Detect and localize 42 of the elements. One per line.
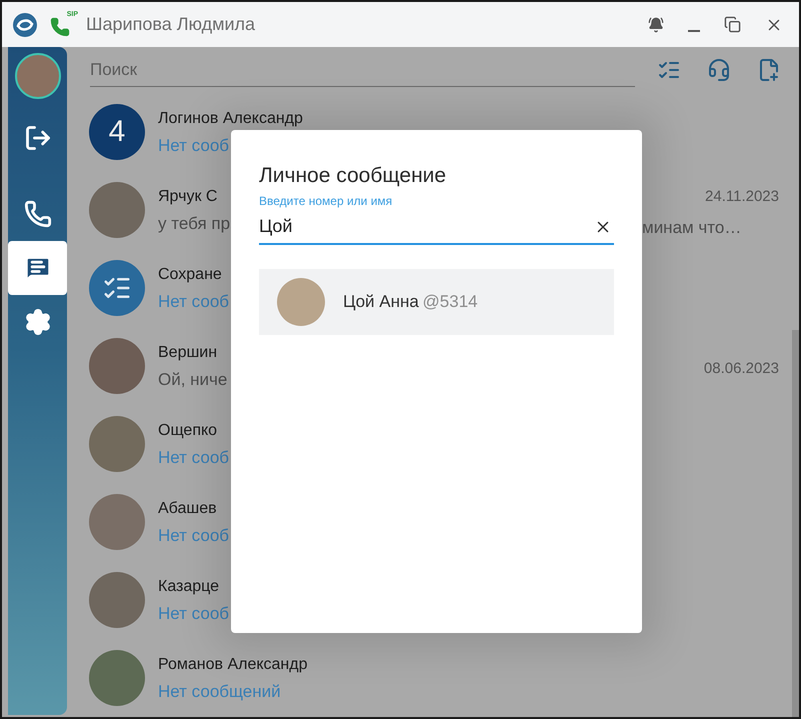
chat-name: Романов Александр — [158, 654, 308, 674]
phone-icon — [24, 200, 52, 228]
contact-result[interactable]: Цой Анна @5314 — [259, 269, 614, 335]
restore-icon — [724, 16, 741, 33]
phone-icon[interactable] — [50, 16, 70, 36]
chat-name: Казарце — [158, 576, 220, 596]
scrollbar-thumb[interactable] — [792, 330, 799, 717]
chat-date: 08.06.2023 — [704, 359, 779, 379]
settings-icon — [24, 308, 52, 336]
recipient-input-field[interactable]: Цой — [259, 212, 614, 245]
number-avatar: 4 — [89, 104, 145, 160]
search-field[interactable]: Поиск — [90, 54, 635, 86]
contact-handle: @5314 — [422, 292, 478, 311]
chat-preview: Нет сооб — [158, 602, 230, 624]
chat-date: 24.11.2023 — [705, 187, 779, 207]
app-logo-icon — [12, 12, 38, 38]
chat-preview: Нет сооб — [158, 290, 230, 312]
window-title: Шарипова Людмила — [86, 14, 256, 35]
avatar-placeholder — [277, 278, 325, 326]
profile-avatar[interactable] — [14, 53, 60, 99]
chat-preview-tail: минам что… — [642, 217, 742, 239]
bell-icon — [648, 16, 664, 32]
chat-name: Сохране — [158, 264, 222, 284]
logout-icon — [24, 124, 52, 152]
contact-name: Цой Анна — [343, 292, 419, 311]
chat-name: Вершин — [158, 342, 218, 362]
chat-preview: Нет сооб — [158, 134, 230, 156]
chat-name: Ощепко — [158, 420, 218, 440]
chat-preview: Нет сообщений — [158, 680, 281, 702]
chat-name: Ярчук С — [158, 186, 218, 206]
chat-preview: Нет сооб — [158, 446, 230, 468]
chat-name: Абашев — [158, 498, 217, 518]
document-plus-icon — [757, 58, 781, 82]
headset-icon — [707, 58, 731, 82]
minimize-icon — [688, 30, 700, 32]
chat-nav-button[interactable] — [8, 241, 67, 295]
chat-preview: Нет сооб — [158, 524, 230, 546]
field-label: Введите номер или имя — [259, 194, 394, 208]
chat-name: Логинов Александр — [158, 108, 303, 128]
chat-preview: у тебя пр — [158, 212, 230, 234]
chat-preview: Ой, ниче — [158, 368, 228, 390]
dialog-title: Личное сообщение — [259, 164, 448, 188]
